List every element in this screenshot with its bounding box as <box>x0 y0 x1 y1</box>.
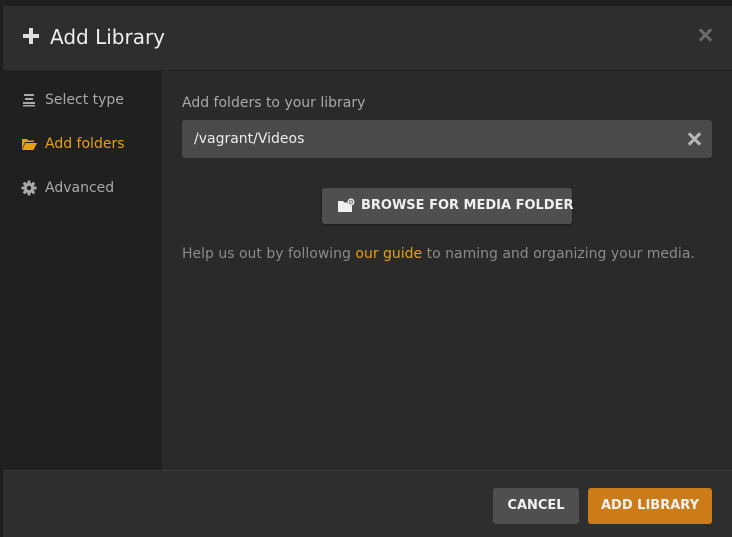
help-text-prefix: Help us out by following <box>182 246 356 262</box>
naming-guide-link[interactable]: our guide <box>355 246 422 262</box>
add-library-button[interactable]: ADD LIBRARY <box>588 488 712 524</box>
folder-open-icon <box>22 139 37 150</box>
folder-path-field <box>182 120 712 158</box>
close-icon[interactable] <box>698 27 714 43</box>
folder-add-icon <box>338 198 355 212</box>
add-library-dialog: Add Library Select type Add folders Adva… <box>3 6 732 537</box>
list-icon <box>23 94 35 107</box>
gear-icon <box>21 180 37 196</box>
sidebar-item-label: Add folders <box>45 136 125 152</box>
sidebar-item-advanced[interactable]: Advanced <box>3 168 162 208</box>
cancel-button[interactable]: CANCEL <box>493 488 579 524</box>
clear-folder-icon[interactable] <box>688 132 702 146</box>
dialog-footer: CANCEL ADD LIBRARY <box>3 470 732 537</box>
plus-icon <box>22 27 40 45</box>
help-text-suffix: to naming and organizing your media. <box>422 246 695 262</box>
add-folders-panel: Add folders to your library BROWSE FOR M… <box>162 71 732 470</box>
dialog-header: Add Library <box>3 6 732 71</box>
dialog-title: Add Library <box>50 25 166 49</box>
sidebar-item-label: Select type <box>45 92 124 108</box>
sidebar-item-label: Advanced <box>45 180 115 196</box>
folder-path-input[interactable] <box>182 120 684 158</box>
sidebar-item-select-type[interactable]: Select type <box>3 80 162 120</box>
browse-media-folder-button[interactable]: BROWSE FOR MEDIA FOLDER <box>322 188 574 224</box>
wizard-steps-sidebar: Select type Add folders Advanced <box>3 71 162 470</box>
browse-button-label: BROWSE FOR MEDIA FOLDER <box>361 198 574 213</box>
sidebar-item-add-folders[interactable]: Add folders <box>3 124 162 164</box>
help-text: Help us out by following our guide to na… <box>182 246 695 262</box>
folder-field-label: Add folders to your library <box>182 95 366 111</box>
